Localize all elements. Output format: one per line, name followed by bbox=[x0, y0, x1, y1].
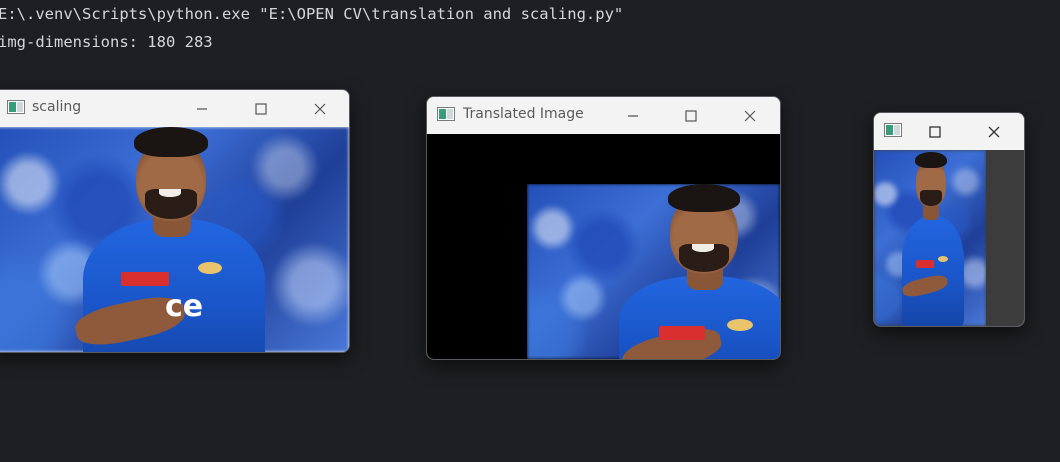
opencv-window-icon bbox=[437, 107, 455, 121]
scaling-titlebar[interactable]: scaling bbox=[0, 90, 349, 127]
close-icon bbox=[314, 103, 326, 114]
maximize-button[interactable] bbox=[912, 113, 958, 150]
small-scaled-window bbox=[873, 112, 1025, 327]
maximize-button[interactable] bbox=[238, 90, 284, 127]
maximize-icon bbox=[255, 102, 267, 115]
small-titlebar[interactable] bbox=[874, 113, 1024, 150]
opencv-window-icon bbox=[7, 100, 25, 114]
opencv-window-icon bbox=[884, 123, 902, 137]
player-photo-translated bbox=[527, 184, 780, 359]
small-image-area bbox=[874, 150, 1024, 326]
player-photo-small bbox=[874, 150, 986, 326]
translated-titlebar[interactable]: Translated Image bbox=[427, 97, 780, 134]
terminal-output-dimensions: img-dimensions: 180 283 bbox=[0, 33, 213, 51]
player-photo: ce bbox=[0, 127, 349, 352]
scaling-window-title: scaling bbox=[32, 99, 82, 115]
maximize-icon bbox=[685, 109, 697, 122]
jersey-text: ce bbox=[165, 289, 204, 324]
terminal-command-line: E:\.venv\Scripts\python.exe "E:\OPEN CV\… bbox=[0, 5, 624, 23]
translated-image-area bbox=[427, 134, 780, 359]
close-button[interactable] bbox=[297, 90, 343, 127]
translated-image-window: Translated Image bbox=[426, 96, 781, 360]
close-icon bbox=[988, 126, 1000, 137]
minimize-icon bbox=[197, 107, 207, 110]
minimize-icon bbox=[628, 114, 638, 117]
close-icon bbox=[744, 110, 756, 121]
minimize-button[interactable] bbox=[179, 90, 225, 127]
scaling-image-area: ce bbox=[0, 127, 349, 352]
maximize-icon bbox=[929, 125, 941, 138]
maximize-button[interactable] bbox=[668, 97, 714, 134]
close-button[interactable] bbox=[727, 97, 773, 134]
translated-window-title: Translated Image bbox=[463, 106, 584, 122]
minimize-button[interactable] bbox=[610, 97, 656, 134]
close-button[interactable] bbox=[971, 113, 1017, 150]
scaling-window: scaling ce bbox=[0, 89, 350, 353]
